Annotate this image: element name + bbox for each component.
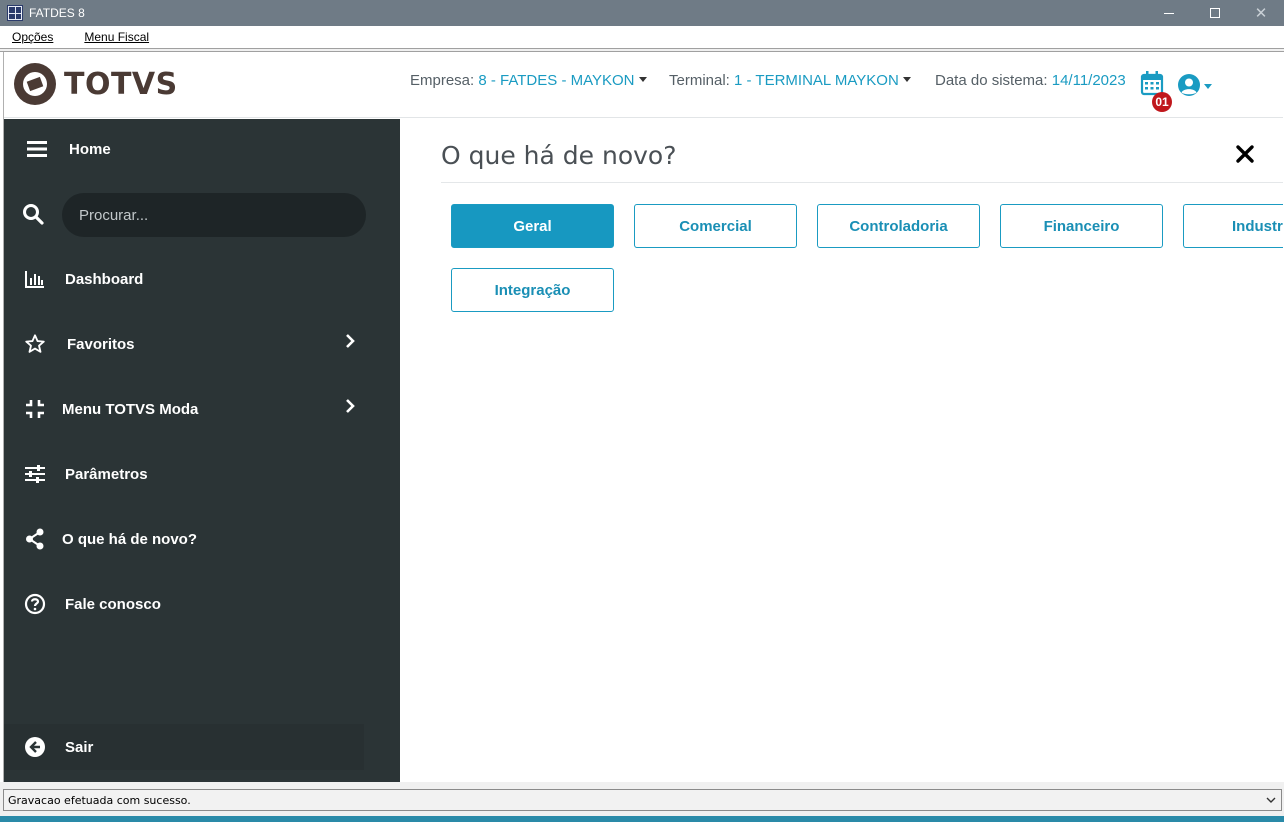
sidebar-item-label: Fale conosco [65, 595, 161, 613]
maximize-button[interactable] [1192, 0, 1238, 26]
star-icon [24, 333, 46, 355]
logo-text: TOTVS [64, 66, 178, 102]
app-icon [7, 5, 23, 21]
menu-bar: Opções Menu Fiscal [0, 26, 1284, 48]
window-title: FATDES 8 [29, 6, 85, 20]
user-avatar-icon [1178, 74, 1200, 96]
sidebar-search-input[interactable] [62, 193, 366, 237]
tab-financeiro[interactable]: Financeiro [1000, 204, 1163, 248]
status-message: Gravacao efetuada com sucesso. [8, 793, 191, 807]
tab-industria[interactable]: Industria [1183, 204, 1283, 248]
sidebar-item-sair[interactable]: Sair [4, 727, 400, 767]
sliders-icon [24, 463, 46, 485]
empresa-value: 8 - FATDES - MAYKON [478, 72, 635, 89]
tab-geral[interactable]: Geral [451, 204, 614, 248]
close-icon [1236, 145, 1254, 163]
search-icon [22, 203, 44, 225]
bar-chart-icon [24, 268, 46, 290]
tab-controladoria[interactable]: Controladoria [817, 204, 980, 248]
chevron-right-icon [344, 333, 356, 348]
sidebar-item-label: Home [69, 140, 111, 158]
app-header: TOTVS Empresa: 8 - FATDES - MAYKON Termi… [4, 52, 1283, 118]
terminal-label: Terminal: [669, 72, 730, 89]
terminal-value: 1 - TERMINAL MAYKON [734, 72, 899, 89]
totvs-logo[interactable]: TOTVS [14, 63, 178, 105]
empresa-label: Empresa: [410, 72, 475, 89]
tab-comercial[interactable]: Comercial [634, 204, 797, 248]
totvs-logo-icon [14, 63, 56, 105]
sidebar-item-parametros[interactable]: Parâmetros [4, 454, 400, 494]
sidebar-item-favoritos[interactable]: Favoritos [4, 324, 400, 364]
sidebar-item-o-que-ha-de-novo[interactable]: O que há de novo? [4, 519, 400, 559]
sidebar: Home Dashboard Favoritos Menu TOTV [4, 119, 400, 782]
notification-badge: 01 [1152, 92, 1172, 112]
menu-fiscal[interactable]: Menu Fiscal [84, 30, 149, 44]
minimize-icon [1164, 12, 1174, 14]
sidebar-item-label: Sair [65, 738, 94, 756]
sidebar-item-label: O que há de novo? [62, 530, 198, 548]
system-date: Data do sistema: 14/11/2023 [935, 72, 1126, 89]
close-window-button[interactable]: ✕ [1238, 0, 1284, 26]
sidebar-item-menu-totvs-moda[interactable]: Menu TOTVS Moda [4, 389, 400, 429]
terminal-selector[interactable]: Terminal: 1 - TERMINAL MAYKON [669, 72, 911, 89]
share-icon [24, 528, 46, 550]
sidebar-item-fale-conosco[interactable]: Fale conosco [4, 584, 400, 624]
close-panel-button[interactable] [1232, 141, 1258, 167]
data-label: Data do sistema: [935, 72, 1048, 89]
app-frame: TOTVS Empresa: 8 - FATDES - MAYKON Termi… [3, 52, 1283, 782]
main-content: O que há de novo? Geral Comercial Contro… [400, 119, 1283, 782]
sidebar-item-label: Favoritos [67, 335, 135, 353]
hamburger-menu-icon [26, 138, 48, 160]
sidebar-item-label: Parâmetros [65, 465, 148, 483]
data-value: 14/11/2023 [1051, 72, 1126, 89]
caret-down-icon [902, 76, 911, 82]
minimize-button[interactable] [1146, 0, 1192, 26]
page-title: O que há de novo? [441, 141, 677, 170]
sidebar-item-home[interactable]: Home [4, 129, 400, 169]
close-icon: ✕ [1254, 4, 1268, 22]
empresa-selector[interactable]: Empresa: 8 - FATDES - MAYKON [410, 72, 647, 89]
compress-icon [24, 398, 46, 420]
question-circle-icon [24, 593, 46, 615]
chevron-down-icon[interactable] [1265, 794, 1277, 806]
status-message-field[interactable]: Gravacao efetuada com sucesso. [3, 789, 1282, 811]
title-divider [441, 182, 1283, 183]
sidebar-item-dashboard[interactable]: Dashboard [4, 259, 400, 299]
taskbar-edge [0, 816, 1284, 822]
chevron-right-icon [344, 398, 356, 413]
sidebar-item-label: Dashboard [65, 270, 144, 288]
caret-down-icon [1204, 83, 1212, 89]
tab-integracao[interactable]: Integração [451, 268, 614, 312]
sidebar-item-label: Menu TOTVS Moda [62, 400, 199, 418]
window-title-bar[interactable]: FATDES 8 ✕ [0, 0, 1284, 26]
user-menu-button[interactable] [1177, 72, 1217, 98]
caret-down-icon [638, 76, 647, 82]
maximize-icon [1210, 8, 1220, 18]
arrow-left-circle-icon [24, 736, 46, 758]
menu-opcoes[interactable]: Opções [12, 30, 53, 44]
